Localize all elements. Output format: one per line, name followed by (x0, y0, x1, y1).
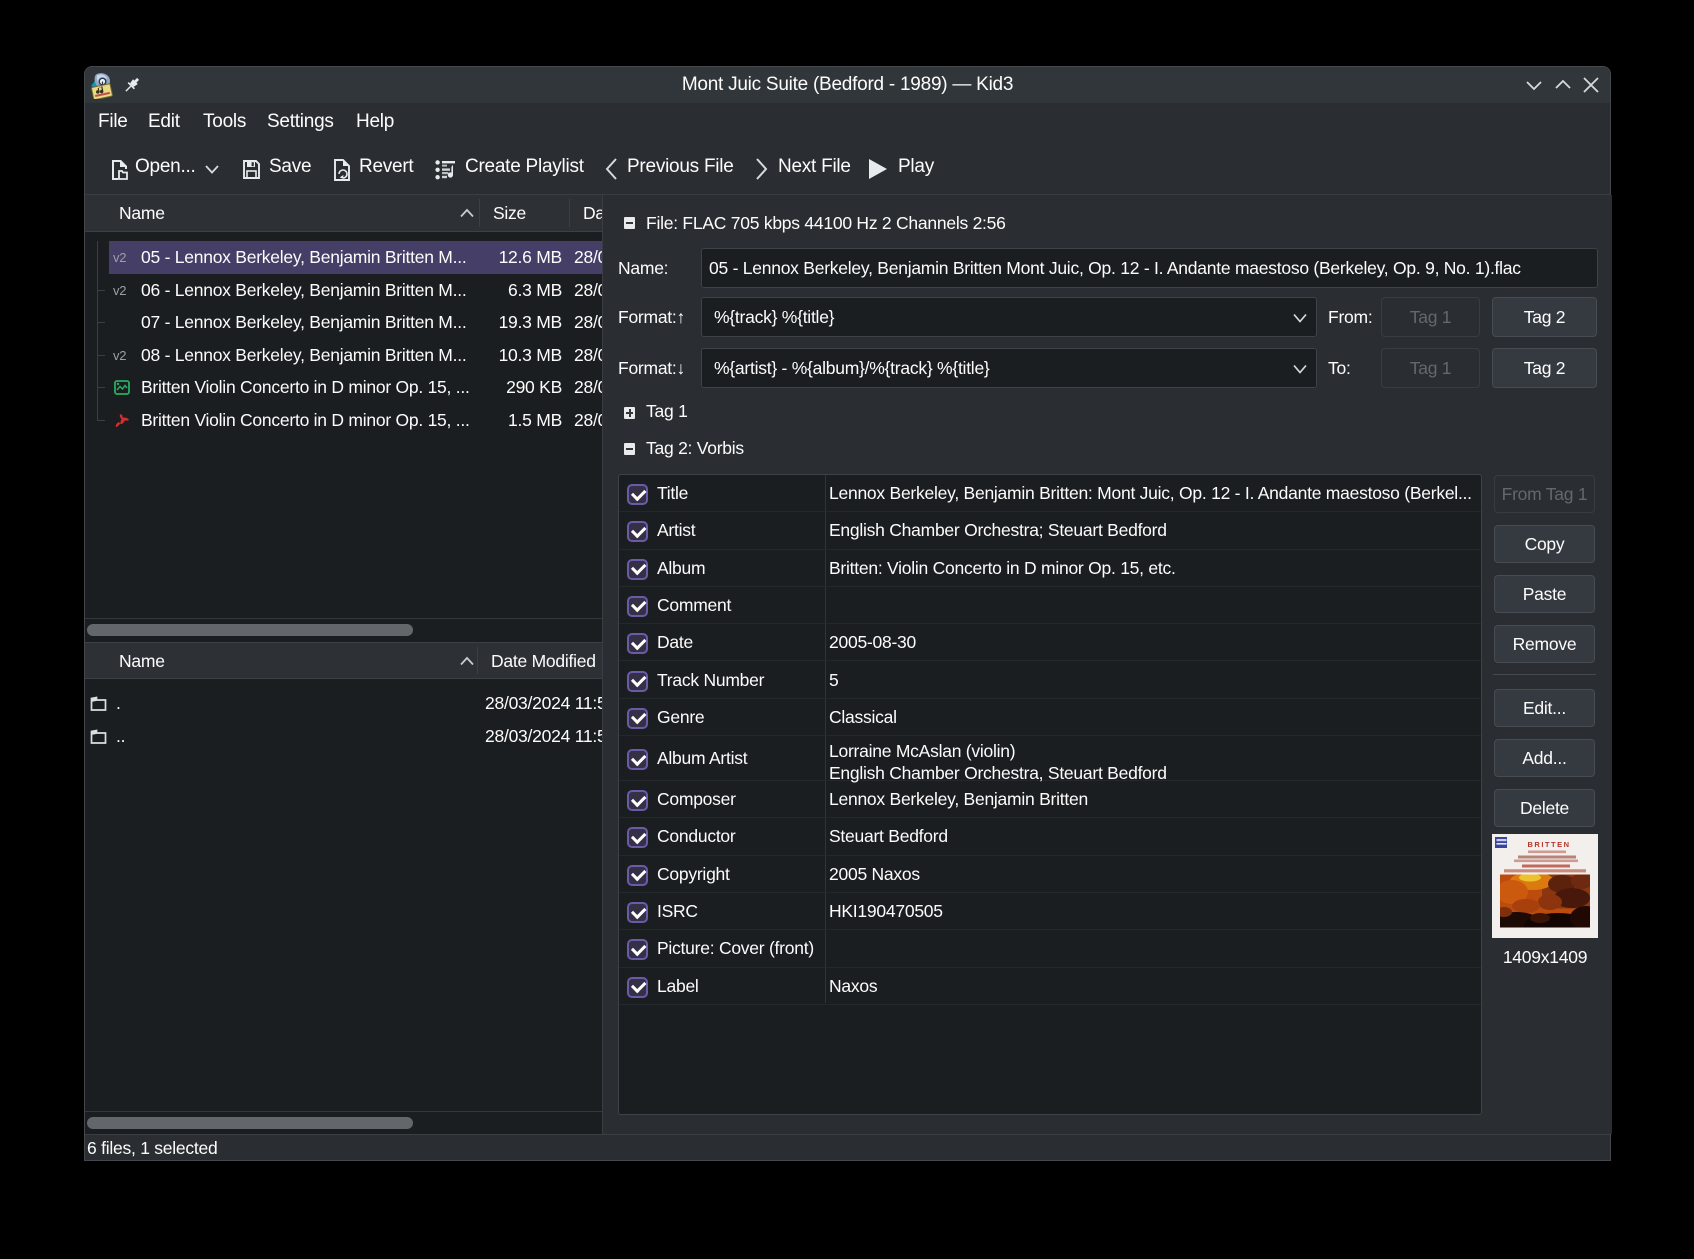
svg-text:BRITTEN: BRITTEN (1528, 840, 1571, 849)
